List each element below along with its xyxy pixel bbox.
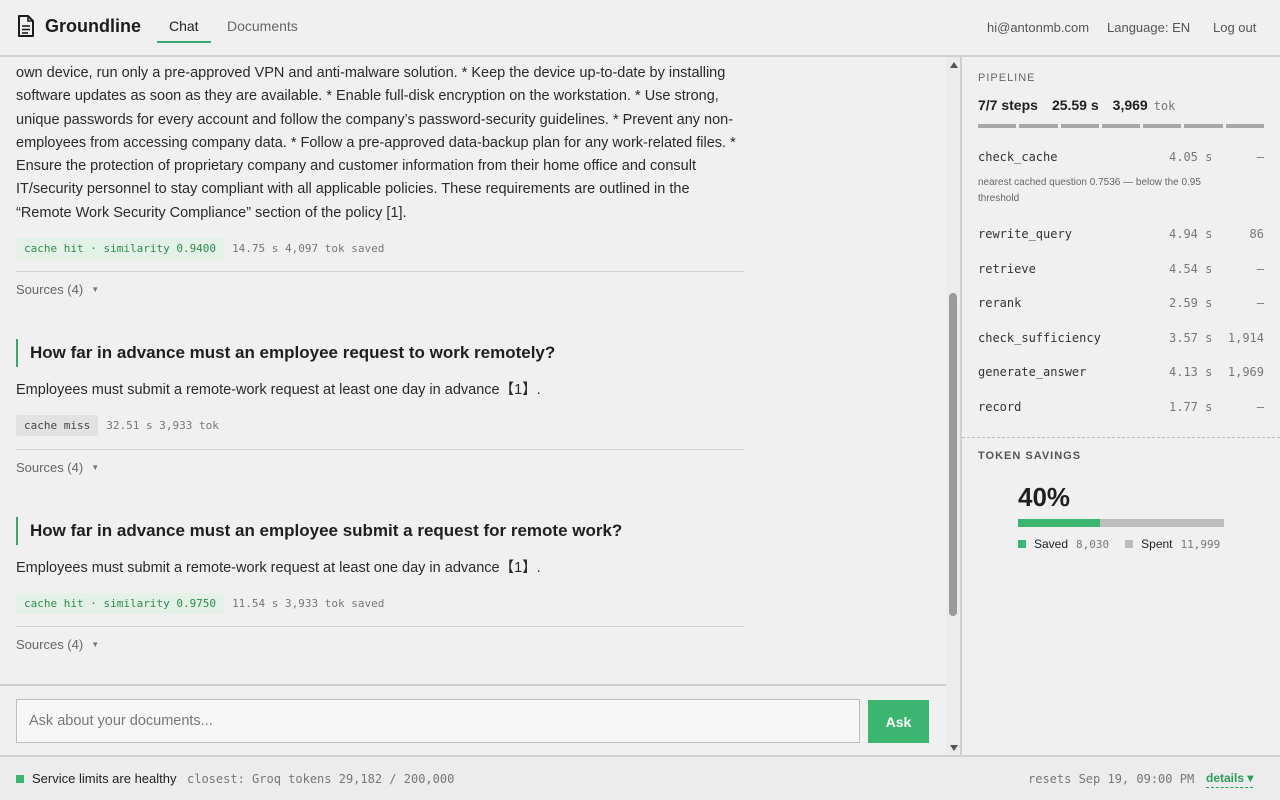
answer-meta: cache hit · similarity 0.9750 11.54 s 3,… [16, 593, 384, 614]
step-name: check_sufficiency [978, 331, 1101, 345]
chat-scrollbar[interactable] [946, 57, 960, 755]
spent-swatch [1125, 540, 1134, 548]
total-time: 25.59 s [1051, 97, 1099, 113]
progress-segment [1184, 124, 1223, 128]
ask-button[interactable]: Ask [868, 700, 929, 743]
progress-segment [1143, 124, 1182, 128]
step-tokens: 1,969 [1227, 365, 1264, 379]
progress-segment [1101, 124, 1141, 128]
cache-hit-badge: cache hit · similarity 0.9750 [16, 593, 225, 614]
progress-segment [1019, 124, 1058, 128]
pipeline-progress [978, 124, 1264, 128]
savings-percent: 40% [1018, 482, 1071, 512]
step-name: retrieve [978, 262, 1036, 276]
step-tokens: — [1256, 400, 1264, 414]
savings-legend: Saved 8,030 Spent 11,999 [1018, 537, 1236, 551]
step-tokens: — [1256, 262, 1264, 276]
answer-meta: cache miss 32.51 s 3,933 tok [16, 415, 219, 436]
total-tokens: 3,969 [1112, 97, 1148, 113]
step-tokens: — [1256, 296, 1264, 310]
sources-toggle[interactable]: Sources (4) ▼ [16, 637, 99, 652]
question-heading: How far in advance must an employee requ… [16, 339, 756, 367]
step-time: 4.05 s [1169, 150, 1213, 164]
step-time: 4.13 s [1169, 365, 1213, 379]
progress-segment [978, 124, 1017, 128]
saved-swatch [1018, 540, 1026, 548]
reset-time: resets Sep 19, 09:00 PM [1028, 772, 1195, 786]
answer-stats: 11.54 s 3,933 tok saved [232, 597, 385, 610]
language-selector[interactable]: Language: EN [1107, 20, 1190, 35]
details-toggle[interactable]: details ▾ [1206, 771, 1254, 788]
step-time: 4.94 s [1169, 227, 1213, 241]
caret-down-icon: ▼ [91, 463, 100, 472]
answer-text: Employees must submit a remote-work requ… [16, 382, 541, 398]
top-bar: Groundline Chat Documents hi@antonmb.com… [0, 0, 1280, 57]
brand[interactable]: Groundline [17, 15, 141, 37]
chat-thread: own device, run only a pre-approved VPN … [0, 57, 946, 684]
caret-down-icon: ▼ [91, 285, 100, 294]
sources-toggle[interactable]: Sources (4) ▼ [16, 460, 99, 475]
spent-label: Spent [1141, 537, 1173, 551]
cache-miss-badge: cache miss [16, 415, 99, 436]
document-logo-icon [17, 15, 35, 37]
sources-label: Sources (4) [16, 282, 84, 297]
savings-bar-fill [1018, 519, 1101, 527]
step-time: 1.77 s [1169, 400, 1213, 414]
caret-down-icon: ▼ [91, 640, 100, 649]
tab-documents[interactable]: Documents [227, 18, 298, 34]
active-tab-indicator [157, 41, 211, 43]
ask-input[interactable] [16, 699, 860, 743]
answer-text: own device, run only a pre-approved VPN … [16, 65, 736, 221]
status-text: Service limits are healthy [32, 771, 177, 786]
step-name: rewrite_query [978, 227, 1072, 241]
step-name: check_cache [978, 150, 1058, 164]
step-name: record [978, 400, 1022, 414]
composer: Ask [0, 684, 946, 755]
divider [16, 271, 744, 272]
step-time: 3.57 s [1169, 331, 1213, 345]
tab-chat[interactable]: Chat [169, 18, 199, 34]
sources-label: Sources (4) [16, 460, 84, 475]
step-note: nearest cached question 0.7536 — below t… [978, 177, 1201, 204]
divider [16, 449, 744, 450]
sources-toggle[interactable]: Sources (4) ▼ [16, 282, 99, 297]
question-heading: How far in advance must an employee subm… [16, 517, 756, 545]
saved-label: Saved [1034, 537, 1069, 551]
app-name: Groundline [45, 15, 141, 36]
cache-hit-badge: cache hit · similarity 0.9400 [16, 238, 225, 259]
spent-value: 11,999 [1180, 537, 1221, 551]
step-tokens: — [1256, 150, 1264, 164]
status-footer: Service limits are healthy closest: Groq… [0, 755, 1280, 800]
savings-bar [1018, 519, 1224, 527]
answer-meta: cache hit · similarity 0.9400 14.75 s 4,… [16, 238, 384, 259]
sources-label: Sources (4) [16, 637, 84, 652]
step-name: rerank [978, 296, 1022, 310]
progress-segment [1060, 124, 1099, 128]
answer-text: Employees must submit a remote-work requ… [16, 560, 541, 576]
progress-segment [1225, 124, 1264, 128]
user-email: hi@antonmb.com [987, 20, 1090, 35]
answer-stats: 14.75 s 4,097 tok saved [232, 242, 385, 255]
scrollbar-thumb[interactable] [949, 293, 957, 616]
status-indicator-icon [16, 775, 24, 783]
closest-limit: closest: Groq tokens 29,182 / 200,000 [187, 772, 455, 786]
pipeline-title: PIPELINE [978, 72, 1036, 84]
section-divider [962, 437, 1280, 438]
pipeline-summary: 7/7 steps 25.59 s 3,969 tok [978, 97, 1175, 113]
step-time: 4.54 s [1169, 262, 1213, 276]
step-name: generate_answer [978, 365, 1087, 379]
saved-value: 8,030 [1076, 537, 1110, 551]
token-savings-title: TOKEN SAVINGS [978, 450, 1082, 462]
step-tokens: 86 [1249, 227, 1264, 241]
scroll-up-arrow-icon[interactable] [950, 62, 958, 68]
tokens-unit: tok [1153, 99, 1176, 113]
pipeline-panel: PIPELINE 7/7 steps 25.59 s 3,969 tok che… [962, 57, 1280, 755]
answer-stats: 32.51 s 3,933 tok [106, 419, 219, 432]
divider [16, 626, 744, 627]
steps-summary: 7/7 steps [978, 97, 1038, 113]
step-time: 2.59 s [1169, 296, 1213, 310]
step-tokens: 1,914 [1227, 331, 1264, 345]
logout-link[interactable]: Log out [1213, 20, 1256, 35]
scroll-down-arrow-icon[interactable] [950, 745, 958, 751]
